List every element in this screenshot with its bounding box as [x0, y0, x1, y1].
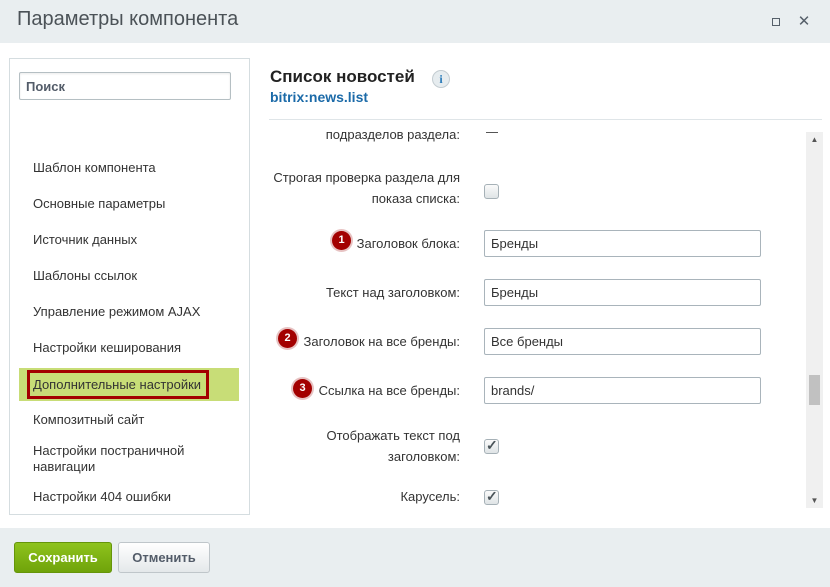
- sidebar-item-label: Дополнительные настройки: [33, 377, 202, 392]
- sidebar-item-label: Управление режимом AJAX: [33, 304, 201, 319]
- show-text-label: Отображать текст под заголовком:: [326, 428, 460, 464]
- properties-panel: подразделов раздела: Строгая проверка ра…: [269, 119, 822, 511]
- sidebar-item-label: Композитный сайт: [33, 412, 145, 427]
- partial-label: подразделов раздела:: [325, 127, 460, 142]
- sidebar-item-pagination[interactable]: Настройки постраничной навигации: [10, 443, 210, 475]
- sidebar-item-label: Настройки 404 ошибки: [33, 489, 171, 504]
- scroll-up-icon[interactable]: ▲: [806, 134, 823, 146]
- all-brands-link-field[interactable]: [484, 377, 761, 404]
- scrollbar-thumb[interactable]: [809, 375, 820, 405]
- dialog-footer: Сохранить Отменить: [0, 528, 830, 587]
- show-text-checkbox[interactable]: [484, 437, 499, 454]
- close-icon[interactable]: ✕: [796, 14, 812, 30]
- sidebar: Шаблон компонента Основные параметры Ист…: [9, 58, 250, 515]
- sidebar-item-ajax[interactable]: Управление режимом AJAX: [10, 304, 249, 320]
- sidebar-item-additional[interactable]: Дополнительные настройки: [19, 368, 239, 401]
- strict-check-checkbox[interactable]: [484, 184, 499, 199]
- sidebar-item-label: Настройки кеширования: [33, 340, 182, 355]
- highlight-frame: Дополнительные настройки: [27, 370, 209, 399]
- all-brands-link-label: Ссылка на все бренды:: [318, 383, 460, 398]
- all-brands-title-field[interactable]: [484, 328, 761, 355]
- maximize-icon[interactable]: [768, 14, 784, 30]
- sidebar-item-data-source[interactable]: Источник данных: [10, 232, 249, 248]
- sidebar-item-label: Основные параметры: [33, 196, 166, 211]
- dash-mark: [486, 132, 498, 133]
- scroll-down-icon[interactable]: ▼: [806, 495, 823, 507]
- component-id: bitrix:news.list: [270, 89, 369, 105]
- component-title: Список новостей: [270, 67, 415, 86]
- sidebar-item-label: Источник данных: [33, 232, 138, 247]
- dialog-body: Шаблон компонента Основные параметры Ист…: [0, 43, 830, 528]
- sidebar-item-label: Шаблоны ссылок: [33, 268, 138, 283]
- search-input[interactable]: [19, 72, 231, 100]
- strict-check-label: Строгая проверка раздела для показа спис…: [273, 170, 460, 206]
- cancel-button[interactable]: Отменить: [118, 542, 210, 573]
- sidebar-item-template[interactable]: Шаблон компонента: [10, 160, 249, 176]
- all-brands-title-label: Заголовок на все бренды:: [303, 334, 460, 349]
- sidebar-item-cache[interactable]: Настройки кеширования: [10, 340, 249, 356]
- block-title-label: Заголовок блока:: [356, 236, 460, 251]
- sidebar-item-composite[interactable]: Композитный сайт: [10, 412, 249, 428]
- sidebar-item-label: Шаблон компонента: [33, 160, 156, 175]
- sidebar-item-url-templates[interactable]: Шаблоны ссылок: [10, 268, 249, 284]
- dialog-title: Параметры компонента: [17, 8, 239, 30]
- carousel-checkbox[interactable]: [484, 488, 499, 505]
- info-icon[interactable]: i: [432, 70, 450, 88]
- sidebar-item-label: Настройки постраничной навигации: [33, 443, 185, 474]
- sidebar-item-basic[interactable]: Основные параметры: [10, 196, 249, 212]
- carousel-label: Карусель:: [400, 489, 460, 504]
- text-above-field[interactable]: [484, 279, 761, 306]
- sidebar-item-404[interactable]: Настройки 404 ошибки: [10, 489, 249, 505]
- text-above-label: Текст над заголовком:: [325, 285, 460, 300]
- dialog-titlebar: Параметры компонента ✕: [0, 0, 830, 43]
- block-title-field[interactable]: [484, 230, 761, 257]
- save-button[interactable]: Сохранить: [14, 542, 112, 573]
- scrollbar[interactable]: ▲ ▼: [806, 132, 823, 508]
